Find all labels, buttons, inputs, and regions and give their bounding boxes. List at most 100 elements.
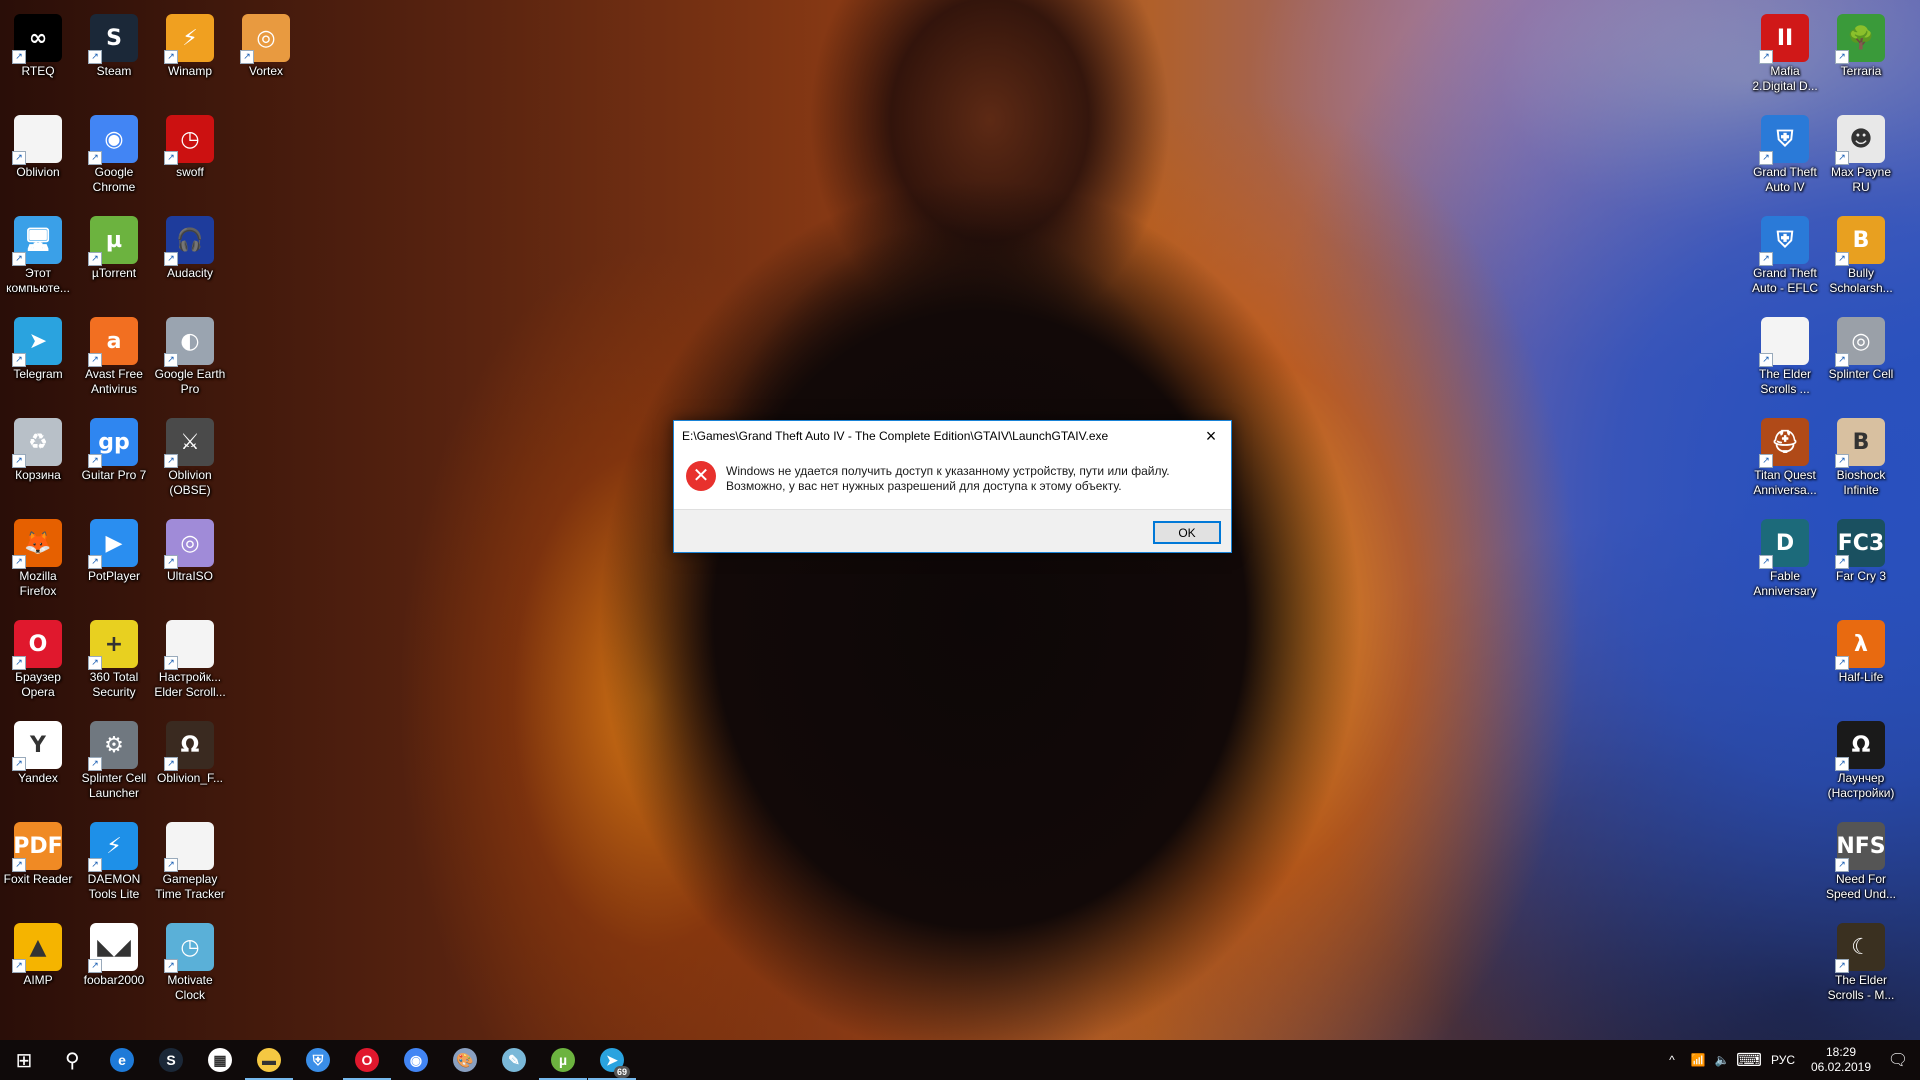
oblivion-obse-icon: ⚔ ↗ bbox=[164, 418, 214, 468]
desktop-icon-audacity[interactable]: 🎧 ↗ Audacity bbox=[152, 212, 228, 281]
desktop-icon-лаунчер-настройки[interactable]: Ω ↗ Лаунчер (Настройки) bbox=[1823, 717, 1899, 801]
shortcut-arrow-icon: ↗ bbox=[1835, 454, 1849, 468]
ok-button[interactable]: OK bbox=[1153, 521, 1221, 544]
desktop-icon-google-earth-pro[interactable]: ◐ ↗ Google Earth Pro bbox=[152, 313, 228, 397]
oblivion-emblem-icon: Ω ↗ bbox=[164, 721, 214, 771]
taskbar-app-paint[interactable]: 🎨 bbox=[441, 1040, 489, 1080]
desktop-icon-the-elder-scrolls[interactable]: ↗ The Elder Scrolls ... bbox=[1747, 313, 1823, 397]
shortcut-arrow-icon: ↗ bbox=[88, 252, 102, 266]
desktop-icon-aimp[interactable]: ▲ ↗ AIMP bbox=[0, 919, 76, 988]
volume-button[interactable]: 🔈 bbox=[1710, 1040, 1734, 1080]
taskbar-app-steam[interactable]: S bbox=[147, 1040, 195, 1080]
gears-launcher-icon: ⚙ ↗ bbox=[88, 721, 138, 771]
desktop-icon-bioshock-infinite[interactable]: B ↗ Bioshock Infinite bbox=[1823, 414, 1899, 498]
desktop-icon-mafia-2-digital-d[interactable]: II ↗ Mafia 2.Digital D... bbox=[1747, 10, 1823, 94]
desktop-icon-mozilla-firefox[interactable]: 🦊 ↗ Mozilla Firefox bbox=[0, 515, 76, 599]
vortex-icon: ◎ ↗ bbox=[240, 14, 290, 64]
morrowind-icon: ☾ ↗ bbox=[1835, 923, 1885, 973]
desktop-icon-the-elder-scrolls-m[interactable]: ☾ ↗ The Elder Scrolls - M... bbox=[1823, 919, 1899, 1003]
desktop-icon-bully-scholarsh[interactable]: B ↗ Bully Scholarsh... bbox=[1823, 212, 1899, 296]
desktop-icon-браузер-opera[interactable]: O ↗ Браузер Opera bbox=[0, 616, 76, 700]
shortcut-arrow-icon: ↗ bbox=[1759, 454, 1773, 468]
taskbar-app-utorrent[interactable]: µ bbox=[539, 1040, 587, 1080]
desktop-icon-steam[interactable]: S ↗ Steam bbox=[76, 10, 152, 79]
taskbar-app-opera[interactable]: O bbox=[343, 1040, 391, 1080]
oblivion-launcher-icon: Ω ↗ bbox=[1835, 721, 1885, 771]
taskbar-app-edge[interactable]: e bbox=[98, 1040, 146, 1080]
notepad-icon: ✎ bbox=[502, 1048, 526, 1072]
foobar2000-icon: ◣◢ ↗ bbox=[88, 923, 138, 973]
app-glyph: µ bbox=[558, 1052, 568, 1068]
taskbar-app-notepad[interactable]: ✎ bbox=[490, 1040, 538, 1080]
desktop-icon-oblivion-f[interactable]: Ω ↗ Oblivion_F... bbox=[152, 717, 228, 786]
shortcut-arrow-icon: ↗ bbox=[1835, 50, 1849, 64]
swoff-clock-icon: ◷ ↗ bbox=[164, 115, 214, 165]
desktop-icon-fable-anniversary[interactable]: D ↗ Fable Anniversary bbox=[1747, 515, 1823, 599]
desktop-icon-terraria[interactable]: 🌳 ↗ Terraria bbox=[1823, 10, 1899, 79]
language-indicator[interactable]: РУС bbox=[1768, 1040, 1798, 1080]
daemon-tools-icon: ⚡ ↗ bbox=[88, 822, 138, 872]
dialog-message: Windows не удается получить доступ к ука… bbox=[726, 464, 1170, 494]
desktop-icon-splinter-cell-launcher[interactable]: ⚙ ↗ Splinter Cell Launcher bbox=[76, 717, 152, 801]
desktop-icon-корзина[interactable]: ♻ ↗ Корзина bbox=[0, 414, 76, 483]
shortcut-arrow-icon: ↗ bbox=[164, 151, 178, 165]
desktop-icon-ultraiso[interactable]: ◎ ↗ UltraISO bbox=[152, 515, 228, 584]
desktop-icon-grand-theft-auto-iv[interactable]: ⛨ ↗ Grand Theft Auto IV bbox=[1747, 111, 1823, 195]
touch-keyboard-button[interactable]: ⌨ bbox=[1734, 1040, 1764, 1080]
desktop-icon-yandex[interactable]: Y ↗ Yandex bbox=[0, 717, 76, 786]
desktop-icon-foobar2000[interactable]: ◣◢ ↗ foobar2000 bbox=[76, 919, 152, 988]
desktop-icon-winamp[interactable]: ⚡ ↗ Winamp bbox=[152, 10, 228, 79]
desktop-icon-label: RTEQ bbox=[21, 64, 55, 78]
chrome-icon: ◉ ↗ bbox=[88, 115, 138, 165]
desktop-icon-far-cry-3[interactable]: FC3 ↗ Far Cry 3 bbox=[1823, 515, 1899, 584]
desktop-icon-need-for-speed-und[interactable]: NFS ↗ Need For Speed Und... bbox=[1823, 818, 1899, 902]
shortcut-arrow-icon: ↗ bbox=[1835, 151, 1849, 165]
desktop-icon-grand-theft-auto-eflc[interactable]: ⛨ ↗ Grand Theft Auto - EFLC bbox=[1747, 212, 1823, 296]
search-button[interactable]: ⚲ bbox=[48, 1040, 96, 1080]
desktop-icon-label: Splinter Cell Launcher bbox=[81, 771, 147, 800]
desktop-icon-gameplay-time-tracker[interactable]: ↗ Gameplay Time Tracker bbox=[152, 818, 228, 902]
desktop-icon-telegram[interactable]: ➤ ↗ Telegram bbox=[0, 313, 76, 382]
desktop-icon-rteq[interactable]: ∞ ↗ RTEQ bbox=[0, 10, 76, 79]
desktop-icon-torrent[interactable]: µ ↗ µTorrent bbox=[76, 212, 152, 281]
desktop-icon-360-total-security[interactable]: + ↗ 360 Total Security bbox=[76, 616, 152, 700]
blank-file-icon: ↗ bbox=[12, 115, 62, 165]
taskbar-app-vpn-shield[interactable]: ⛨ bbox=[294, 1040, 342, 1080]
taskbar-app-file-explorer[interactable]: ▬ bbox=[245, 1040, 293, 1080]
desktop-wallpaper: ∞ ↗ RTEQ S ↗ Steam ⚡ ↗ Winamp ◎ ↗ Vortex ↗ Oblivion ◉ ↗… bbox=[0, 0, 1920, 1040]
desktop-icon-label: Google Chrome bbox=[92, 165, 136, 194]
taskbar-app-chrome[interactable]: ◉ bbox=[392, 1040, 440, 1080]
start-button[interactable]: ⊞ bbox=[0, 1040, 48, 1080]
desktop-icon-этот-компьюте[interactable]: 🖥 ↗ Этот компьюте... bbox=[0, 212, 76, 296]
desktop-icon-label: Браузер Opera bbox=[15, 670, 61, 699]
desktop-icon-google-chrome[interactable]: ◉ ↗ Google Chrome bbox=[76, 111, 152, 195]
desktop-icon-motivate-clock[interactable]: ◷ ↗ Motivate Clock bbox=[152, 919, 228, 1003]
paint-icon: 🎨 bbox=[453, 1048, 477, 1072]
desktop-icon-potplayer[interactable]: ▶ ↗ PotPlayer bbox=[76, 515, 152, 584]
desktop-icon-foxit-reader[interactable]: PDF ↗ Foxit Reader bbox=[0, 818, 76, 887]
unread-count-badge: 69 bbox=[613, 1066, 630, 1078]
desktop-icon-label: Terraria bbox=[1840, 64, 1882, 78]
desktop-icon-half-life[interactable]: λ ↗ Half-Life bbox=[1823, 616, 1899, 685]
show-hidden-icons-button[interactable]: ^ bbox=[1660, 1040, 1684, 1080]
action-center-button[interactable]: 🗨 bbox=[1876, 1040, 1920, 1080]
desktop-icon-splinter-cell[interactable]: ◎ ↗ Splinter Cell bbox=[1823, 313, 1899, 382]
microsoft-store-icon: ▦ bbox=[208, 1048, 232, 1072]
clock[interactable]: 18:29 06.02.2019 bbox=[1806, 1040, 1876, 1080]
chevron-up-icon: ^ bbox=[1669, 1053, 1675, 1067]
desktop-icon-label: swoff bbox=[176, 165, 204, 179]
desktop-icon-guitar-pro-7[interactable]: gp ↗ Guitar Pro 7 bbox=[76, 414, 152, 483]
desktop-icon-swoff[interactable]: ◷ ↗ swoff bbox=[152, 111, 228, 180]
desktop-icon-avast-free-antivirus[interactable]: a ↗ Avast Free Antivirus bbox=[76, 313, 152, 397]
desktop-icon-oblivion-obse[interactable]: ⚔ ↗ Oblivion (OBSE) bbox=[152, 414, 228, 498]
network-button[interactable]: 📶 bbox=[1686, 1040, 1710, 1080]
desktop-icon-настройк-elder-scroll[interactable]: ↗ Настройк... Elder Scroll... bbox=[152, 616, 228, 700]
taskbar-app-telegram[interactable]: ➤ 69 bbox=[588, 1040, 636, 1080]
close-icon[interactable]: × bbox=[1191, 421, 1231, 451]
desktop-icon-max-payne-ru[interactable]: ☻ ↗ Max Payne RU bbox=[1823, 111, 1899, 195]
taskbar-app-microsoft-store[interactable]: ▦ bbox=[196, 1040, 244, 1080]
desktop-icon-oblivion[interactable]: ↗ Oblivion bbox=[0, 111, 76, 180]
desktop-icon-titan-quest-anniversa[interactable]: ⛑ ↗ Titan Quest Anniversa... bbox=[1747, 414, 1823, 498]
desktop-icon-daemon-tools-lite[interactable]: ⚡ ↗ DAEMON Tools Lite bbox=[76, 818, 152, 902]
desktop-icon-vortex[interactable]: ◎ ↗ Vortex bbox=[228, 10, 304, 79]
